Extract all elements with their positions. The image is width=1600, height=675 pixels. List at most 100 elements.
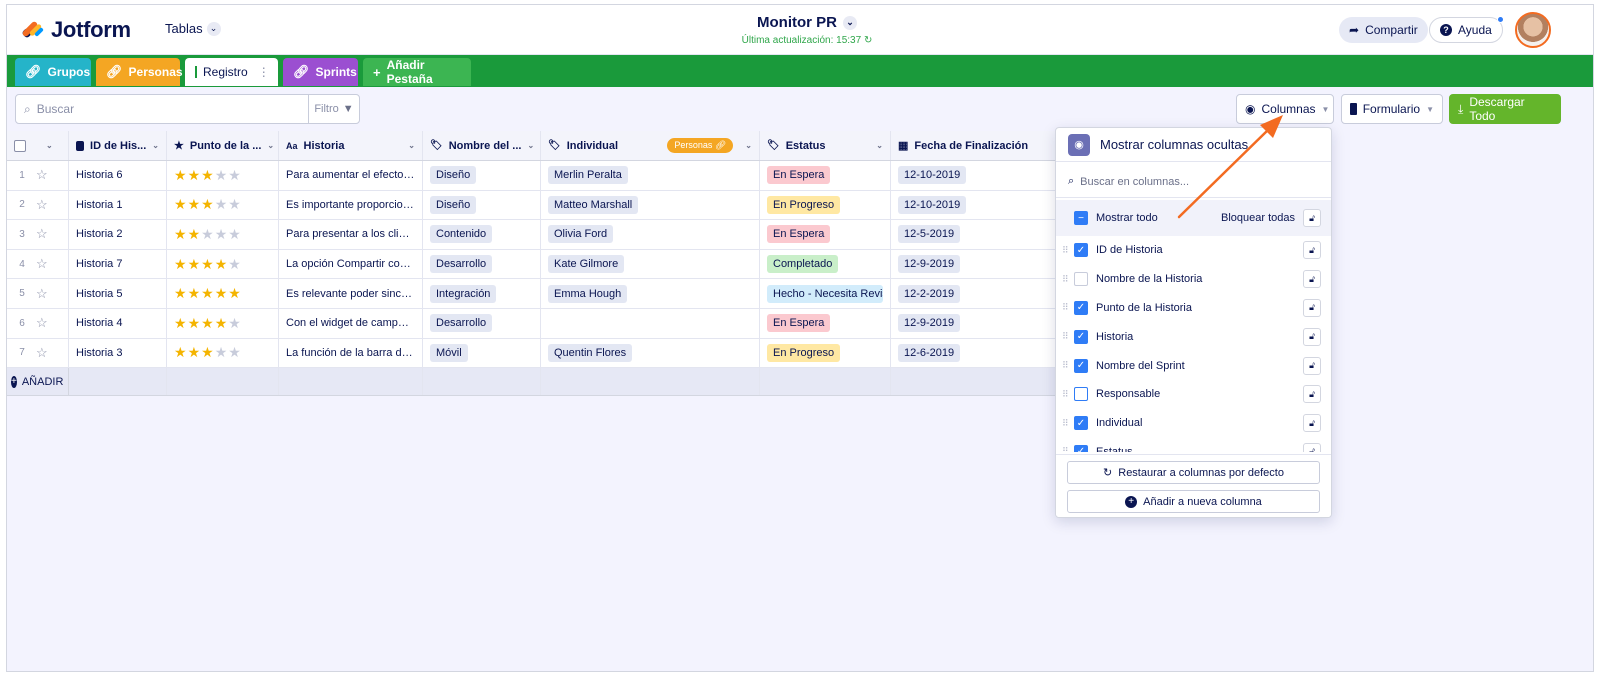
refresh-icon[interactable]: ↻ <box>864 35 872 46</box>
tab-registro[interactable]: Registro ⋮ <box>185 58 278 86</box>
cell-id[interactable]: Historia 6 <box>69 161 167 190</box>
cell-id[interactable]: Historia 4 <box>69 308 167 338</box>
favorite-star-icon[interactable]: ☆ <box>36 226 48 242</box>
row-select-cell[interactable]: 2 ☆ <box>7 190 69 220</box>
star-icon[interactable]: ★ <box>228 196 242 212</box>
cell-sprint[interactable]: Desarrollo <box>423 308 541 338</box>
star-icon[interactable]: ★ <box>228 344 242 360</box>
cell-individual[interactable]: Matteo Marshall <box>541 190 760 220</box>
chevron-down-icon[interactable]: ⌄ <box>46 141 53 150</box>
star-icon[interactable]: ★ <box>228 285 242 301</box>
cell-estatus[interactable]: En Espera <box>760 308 891 338</box>
cell-rating[interactable]: ★★★★★ <box>167 279 279 308</box>
cell-individual[interactable]: Olivia Ford <box>541 220 760 249</box>
cell-historia[interactable]: Para presentar a los client... <box>279 220 423 249</box>
star-icon[interactable]: ★ <box>174 344 188 360</box>
favorite-star-icon[interactable]: ☆ <box>36 345 48 361</box>
cell-fecha[interactable]: 12-2-2019 <box>891 279 1055 308</box>
star-icon[interactable]: ★ <box>215 315 229 331</box>
star-rating[interactable]: ★★★★★ <box>174 315 242 332</box>
share-button[interactable]: ➦ Compartir <box>1339 17 1428 43</box>
star-icon[interactable]: ★ <box>188 167 202 183</box>
columns-button[interactable]: ◉ Columnas ▼ <box>1236 94 1334 124</box>
star-icon[interactable]: ★ <box>188 256 202 272</box>
column-checkbox[interactable]: ✓ <box>1074 243 1088 258</box>
star-icon[interactable]: ★ <box>215 226 229 242</box>
cell-estatus[interactable]: En Espera <box>760 161 891 190</box>
tab-grupos[interactable]: 🔗︎ Grupos <box>15 58 91 86</box>
cell-estatus[interactable]: Hecho - Necesita Revisió <box>760 279 891 308</box>
column-checkbox[interactable]: ✓ <box>1074 358 1088 373</box>
personas-link-badge[interactable]: Personas 🔗︎ <box>667 138 734 153</box>
star-rating[interactable]: ★★★★★ <box>174 167 242 184</box>
chevron-down-icon[interactable]: ⌄ <box>876 141 883 150</box>
star-icon[interactable]: ★ <box>174 285 188 301</box>
favorite-star-icon[interactable]: ☆ <box>36 315 48 331</box>
columns-search-input[interactable]: ⌕ Buscar en columnas... <box>1056 166 1331 198</box>
cell-rating[interactable]: ★★★★★ <box>167 308 279 338</box>
star-icon[interactable]: ★ <box>201 315 215 331</box>
cell-id[interactable]: Historia 7 <box>69 249 167 279</box>
help-button[interactable]: ? Ayuda <box>1429 16 1504 43</box>
column-toggle-item[interactable]: ⠿ Nombre de la Historia 🔓︎ <box>1056 265 1331 294</box>
chevron-down-icon[interactable]: ⌄ <box>408 141 415 150</box>
select-all-checkbox[interactable] <box>14 139 26 152</box>
column-header-estatus[interactable]: 🏷︎ Estatus ⌄ <box>760 131 891 160</box>
star-icon[interactable]: ★ <box>188 285 202 301</box>
tab-personas[interactable]: 🔗︎ Personas <box>96 58 183 86</box>
star-icon[interactable]: ★ <box>174 196 188 212</box>
column-header-fecha[interactable]: ▦ Fecha de Finalización <box>891 131 1055 160</box>
drag-handle-icon[interactable]: ⠿ <box>1062 446 1072 452</box>
kebab-menu-icon[interactable]: ⋮ <box>258 65 270 79</box>
cell-individual[interactable]: Kate Gilmore <box>541 249 760 279</box>
lock-icon[interactable]: 🔓︎ <box>1303 241 1321 260</box>
cell-id[interactable]: Historia 3 <box>69 338 167 368</box>
lock-icon[interactable]: 🔓︎ <box>1303 385 1321 404</box>
column-checkbox[interactable]: ✓ <box>1074 416 1088 431</box>
chevron-down-icon[interactable]: ⌄ <box>745 141 752 150</box>
row-select-cell[interactable]: 4 ☆ <box>7 249 69 279</box>
cell-rating[interactable]: ★★★★★ <box>167 190 279 220</box>
star-icon[interactable]: ★ <box>201 167 215 183</box>
row-select-cell[interactable]: 7 ☆ <box>7 338 69 368</box>
show-all-label[interactable]: Mostrar todo <box>1096 212 1158 224</box>
star-rating[interactable]: ★★★★★ <box>174 256 242 273</box>
lock-icon[interactable]: 🔓︎ <box>1303 414 1321 433</box>
cell-historia[interactable]: La opción Compartir com... <box>279 249 423 279</box>
lock-icon[interactable]: 🔓︎ <box>1303 442 1321 452</box>
star-icon[interactable]: ★ <box>174 226 188 242</box>
add-row-button[interactable]: + AÑADIR <box>7 368 69 396</box>
star-icon[interactable]: ★ <box>201 285 215 301</box>
drag-handle-icon[interactable]: ⠿ <box>1062 418 1072 429</box>
star-icon[interactable]: ★ <box>174 315 188 331</box>
column-header-sprint[interactable]: 🏷︎ Nombre del ... ⌄ <box>423 131 541 160</box>
star-icon[interactable]: ★ <box>228 315 242 331</box>
form-button[interactable]: Formulario ▼ <box>1341 94 1443 124</box>
cell-fecha[interactable]: 12-9-2019 <box>891 309 1055 338</box>
table-title[interactable]: Monitor PR ⌄ <box>757 14 857 31</box>
lock-all-label[interactable]: Bloquear todas <box>1221 212 1295 224</box>
star-icon[interactable]: ★ <box>201 256 215 272</box>
column-toggle-item[interactable]: ⠿ Responsable 🔓︎ <box>1056 380 1331 409</box>
table-row[interactable]: 7 ☆ Historia 3 ★★★★★ La función de la barra … <box>7 338 1055 369</box>
filter-button[interactable]: Filtro ▼ <box>308 94 360 124</box>
star-icon[interactable]: ★ <box>215 196 229 212</box>
cell-individual[interactable]: Quentin Flores <box>541 338 760 368</box>
search-input[interactable]: ⌕ Buscar <box>15 94 315 124</box>
table-row[interactable]: 6 ☆ Historia 4 ★★★★★ Con el widget de campo … <box>7 308 1055 339</box>
star-icon[interactable]: ★ <box>215 167 229 183</box>
star-rating[interactable]: ★★★★★ <box>174 285 242 302</box>
drag-handle-icon[interactable]: ⠿ <box>1062 389 1072 400</box>
restore-default-columns-button[interactable]: ↻ Restaurar a columnas por defecto <box>1067 461 1320 484</box>
column-header-points[interactable]: ★ Punto de la ... ⌄ <box>167 131 279 160</box>
cell-estatus[interactable]: En Progreso <box>760 338 891 368</box>
column-toggle-item[interactable]: ⠿ ✓ Individual 🔓︎ <box>1056 409 1331 438</box>
column-checkbox[interactable]: ✓ <box>1074 444 1088 452</box>
user-avatar[interactable] <box>1515 12 1551 48</box>
star-rating[interactable]: ★★★★★ <box>174 344 242 361</box>
column-checkbox[interactable] <box>1074 272 1088 287</box>
star-icon[interactable]: ★ <box>201 226 215 242</box>
column-checkbox[interactable]: ✓ <box>1074 329 1088 344</box>
star-icon[interactable]: ★ <box>188 315 202 331</box>
star-icon[interactable]: ★ <box>188 226 202 242</box>
